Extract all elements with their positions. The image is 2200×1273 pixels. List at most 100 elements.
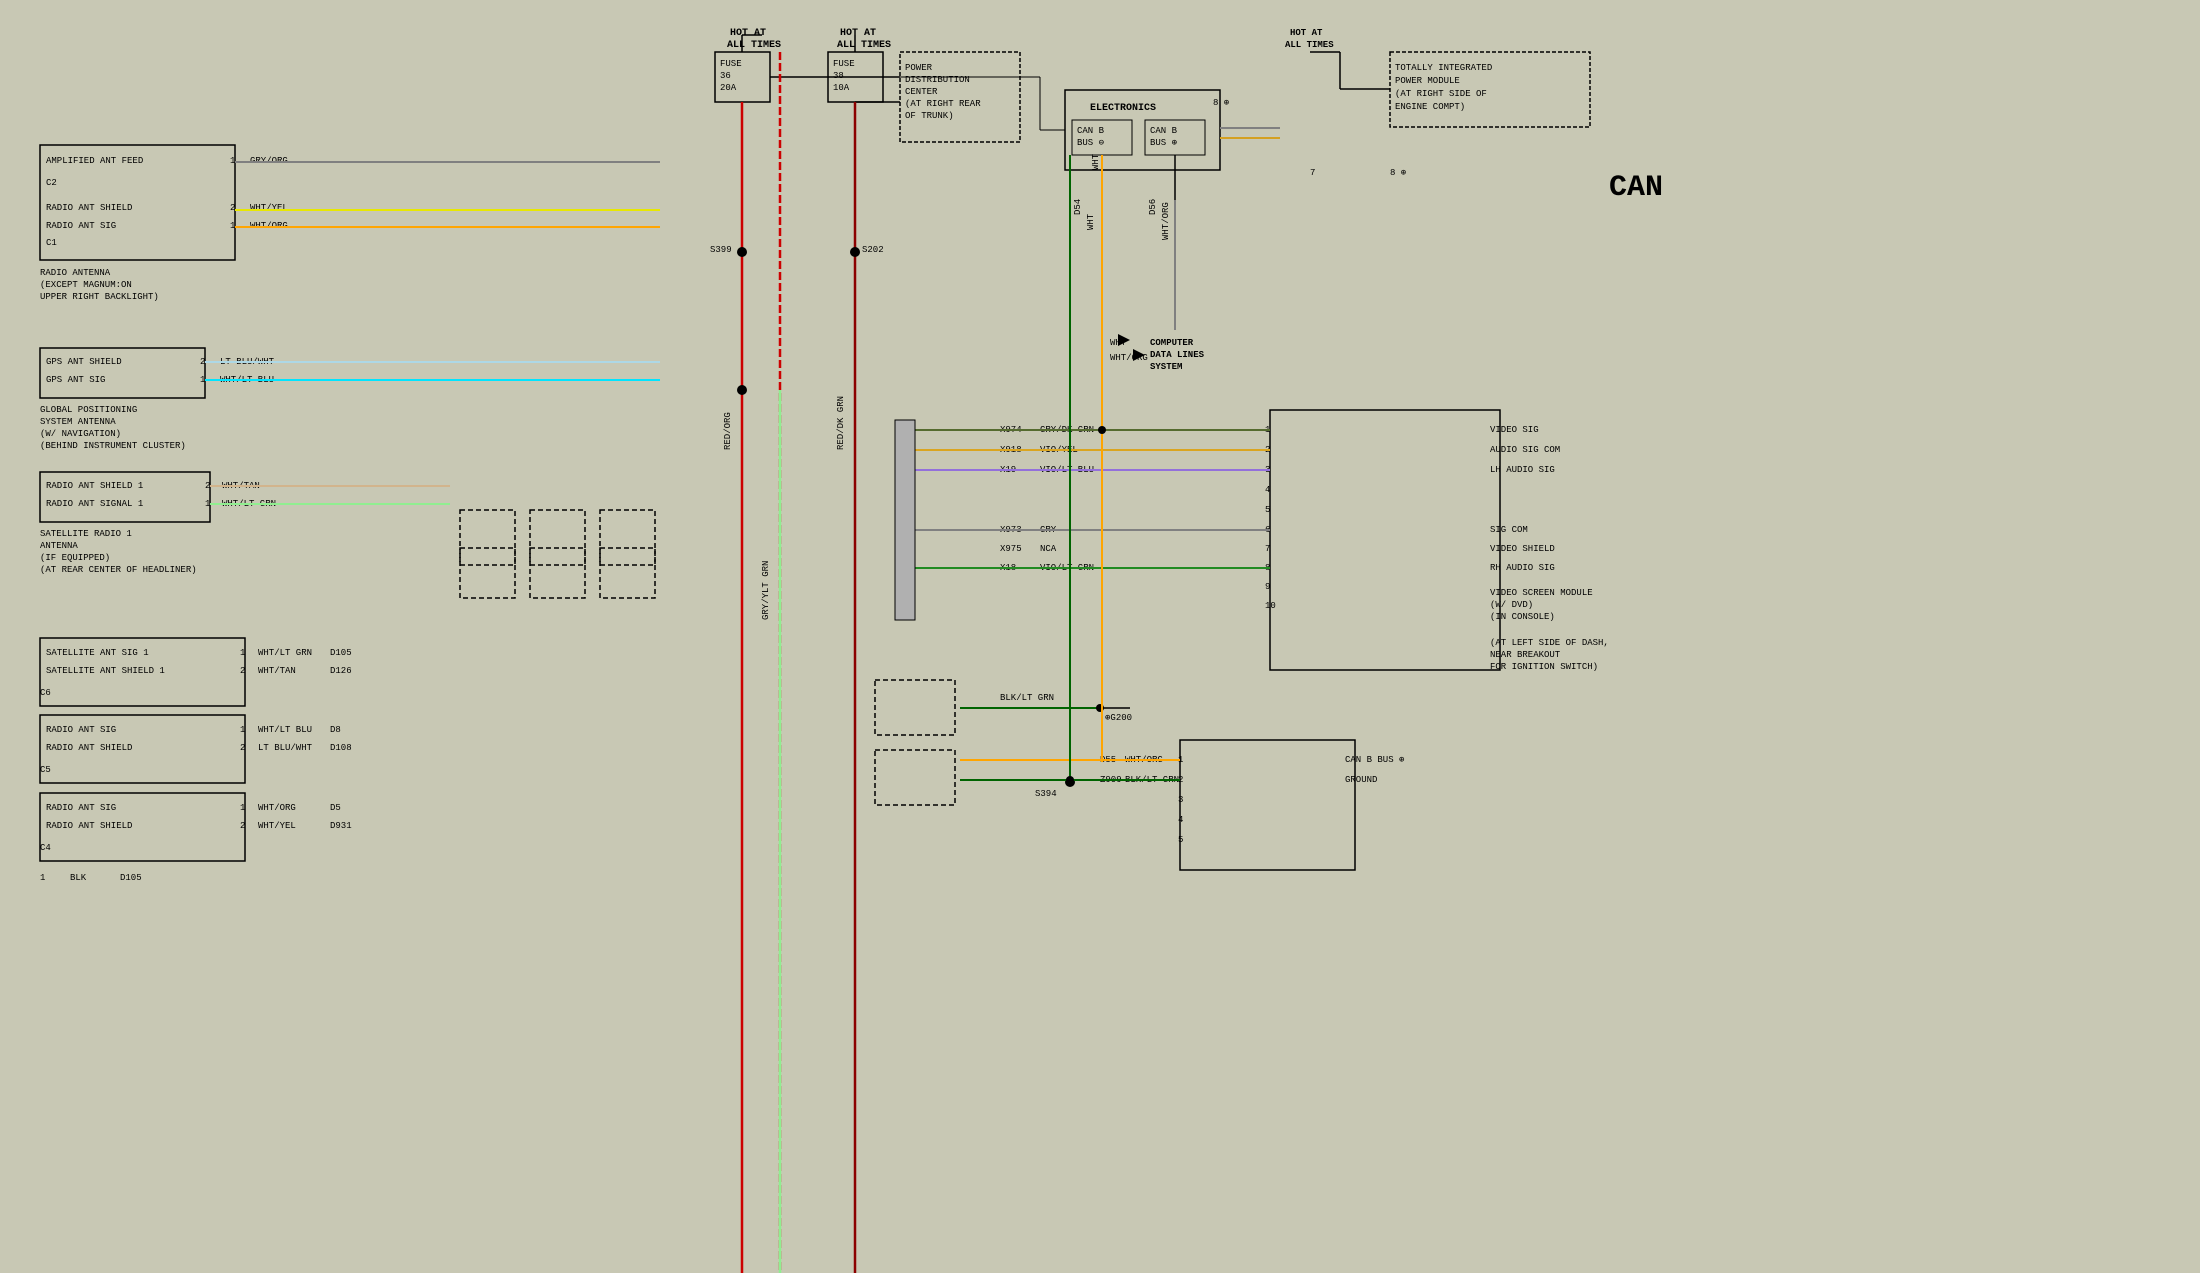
radio-antenna-sub1: (EXCEPT MAGNUM:ON [40, 280, 132, 290]
wht-label-v: WHT [1086, 213, 1096, 230]
sat-radio1-label4: (AT REAR CENTER OF HEADLINER) [40, 565, 197, 575]
s394-label: S394 [1035, 789, 1057, 799]
pdc-label5: OF TRUNK) [905, 111, 954, 121]
c2-label: C2 [46, 178, 57, 188]
hot-at-all-times-2: HOT AT [840, 28, 876, 39]
vsm-label3: (IN CONSOLE) [1490, 612, 1555, 622]
c1-label: C1 [46, 238, 57, 248]
pin9-vsm: 9 [1265, 582, 1270, 592]
global-pos-label3: (W/ NAVIGATION) [40, 429, 121, 439]
tipm-label3: (AT RIGHT SIDE OF [1395, 89, 1487, 99]
fuse-38-num: 38 [833, 71, 844, 81]
bottom-pin1: 1 [40, 873, 45, 883]
d105-label: D105 [330, 648, 352, 658]
c6-label: C6 [40, 688, 51, 698]
pdc-label1: POWER [905, 63, 933, 73]
s202-label: S202 [862, 245, 884, 255]
wht-yel-wire: WHT/YEL [250, 203, 288, 213]
can-title: CAN [1609, 171, 1663, 205]
wht-yel-c4: WHT/YEL [258, 821, 296, 831]
pin3-can: 3 [1178, 795, 1183, 805]
video-sig-label: VIDEO SIG [1490, 425, 1539, 435]
d126-label: D126 [330, 666, 352, 676]
nca-label: NCA [1040, 544, 1057, 554]
radio-ant-signal1-label: RADIO ANT SIGNAL 1 [46, 499, 143, 509]
diagram-container: HOT AT ALL TIMES HOT AT ALL TIMES FUSE 3… [0, 0, 2200, 1273]
gps-ant-shield-label: GPS ANT SHIELD [46, 357, 122, 367]
whtorg-label-horiz: WHT/ORG [1110, 353, 1148, 363]
can-bus-pos-label2: BUS ⊕ [1150, 138, 1177, 148]
video-shield-label: VIDEO SHIELD [1490, 544, 1555, 554]
can-bus-neg-label: CAN B [1077, 126, 1105, 136]
c4-label: C4 [40, 843, 51, 853]
can-bus-neg-label2: BUS ⊖ [1077, 138, 1104, 148]
can-b-bus-pos-label: CAN B BUS ⊕ [1345, 755, 1404, 765]
pin2-c5: 2 [240, 743, 245, 753]
radio-ant-sig-c5-label: RADIO ANT SIG [46, 725, 116, 735]
data-lines-label: DATA LINES [1150, 350, 1205, 360]
gry-ylt-grn-v: GRY/YLT GRN [761, 561, 771, 620]
pin8-label: 8 ⊕ [1213, 98, 1229, 108]
radio-ant-shield1-label: RADIO ANT SHIELD 1 [46, 481, 143, 491]
pin2-radio: 2 [230, 203, 235, 213]
sat-radio1-label3: (IF EQUIPPED) [40, 553, 110, 563]
radio-ant-sig-c4-label: RADIO ANT SIG [46, 803, 116, 813]
s399-label: S399 [710, 245, 732, 255]
fuse-38-label: FUSE [833, 59, 855, 69]
radio-ant-shield-label: RADIO ANT SHIELD [46, 203, 132, 213]
vsm-label2: (W/ DVD) [1490, 600, 1533, 610]
vsm-loc3: FOR IGNITION SWITCH) [1490, 662, 1598, 672]
pin5-vsm: 5 [1265, 505, 1270, 515]
d5-label: D5 [330, 803, 341, 813]
pin1-c5: 1 [240, 725, 245, 735]
gps-ant-sig-label: GPS ANT SIG [46, 375, 105, 385]
computer-data-lines: COMPUTER [1150, 338, 1194, 348]
sat-ant-shield1-label: SATELLITE ANT SHIELD 1 [46, 666, 165, 676]
vsm-label1: VIDEO SCREEN MODULE [1490, 588, 1593, 598]
tipm-label2: POWER MODULE [1395, 76, 1460, 86]
d931-label: D931 [330, 821, 352, 831]
d8-label: D8 [330, 725, 341, 735]
hot-at-all-times-1: HOT AT [730, 28, 766, 39]
pin2-gps: 2 [200, 357, 205, 367]
can-bus-pos-label: CAN B [1150, 126, 1178, 136]
global-pos-label1: GLOBAL POSITIONING [40, 405, 137, 415]
pin7-elec: 7 [1310, 168, 1315, 178]
wht-lt-blu-c5: WHT/LT BLU [258, 725, 312, 735]
pin1-c4: 1 [240, 803, 245, 813]
pin7-vsm: 7 [1265, 544, 1270, 554]
rh-audio-sig-label: RH AUDIO SIG [1490, 563, 1555, 573]
hot-all-times-tipm2: ALL TIMES [1285, 40, 1334, 50]
pin10-vsm: 10 [1265, 601, 1276, 611]
c5-label: C5 [40, 765, 51, 775]
radio-ant-shield-c5-label: RADIO ANT SHIELD [46, 743, 132, 753]
pin1-sat: 1 [205, 499, 210, 509]
fuse-36-num: 36 [720, 71, 731, 81]
tipm-label4: ENGINE COMPT) [1395, 102, 1465, 112]
hot-at-all-times-1b: ALL TIMES [727, 40, 781, 51]
amplified-ant-feed-label: AMPLIFIED ANT FEED [46, 156, 143, 166]
d54-label: D54 [1073, 199, 1083, 215]
d108-label: D108 [330, 743, 352, 753]
wht-v-label: WHT [1091, 153, 1101, 170]
global-pos-label4: (BEHIND INSTRUMENT CLUSTER) [40, 441, 186, 451]
fuse-36-label: FUSE [720, 59, 742, 69]
pdc-label3: CENTER [905, 87, 938, 97]
pin4-vsm: 4 [1265, 485, 1270, 495]
electronics-label: ELECTRONICS [1090, 103, 1156, 114]
radio-ant-sig-label: RADIO ANT SIG [46, 221, 116, 231]
pin2-c6: 2 [240, 666, 245, 676]
fuse-38-amp: 10A [833, 83, 850, 93]
d56-label: D56 [1148, 199, 1158, 215]
blk-label: BLK [70, 873, 87, 883]
wht-tan-c6: WHT/TAN [258, 666, 296, 676]
sat-radio1-label1: SATELLITE RADIO 1 [40, 529, 132, 539]
wht-label-horiz: WHT [1110, 338, 1127, 348]
pin2-sat: 2 [205, 481, 210, 491]
global-pos-label2: SYSTEM ANTENNA [40, 417, 116, 427]
pin1b-radio: 1 [230, 221, 235, 231]
sig-com-label: SIG COM [1490, 525, 1528, 535]
whtorg-label-v: WHT/ORG [1161, 202, 1171, 240]
red-dkgrn-v-label: RED/DK GRN [836, 396, 846, 450]
fuse-36-amp: 20A [720, 83, 737, 93]
